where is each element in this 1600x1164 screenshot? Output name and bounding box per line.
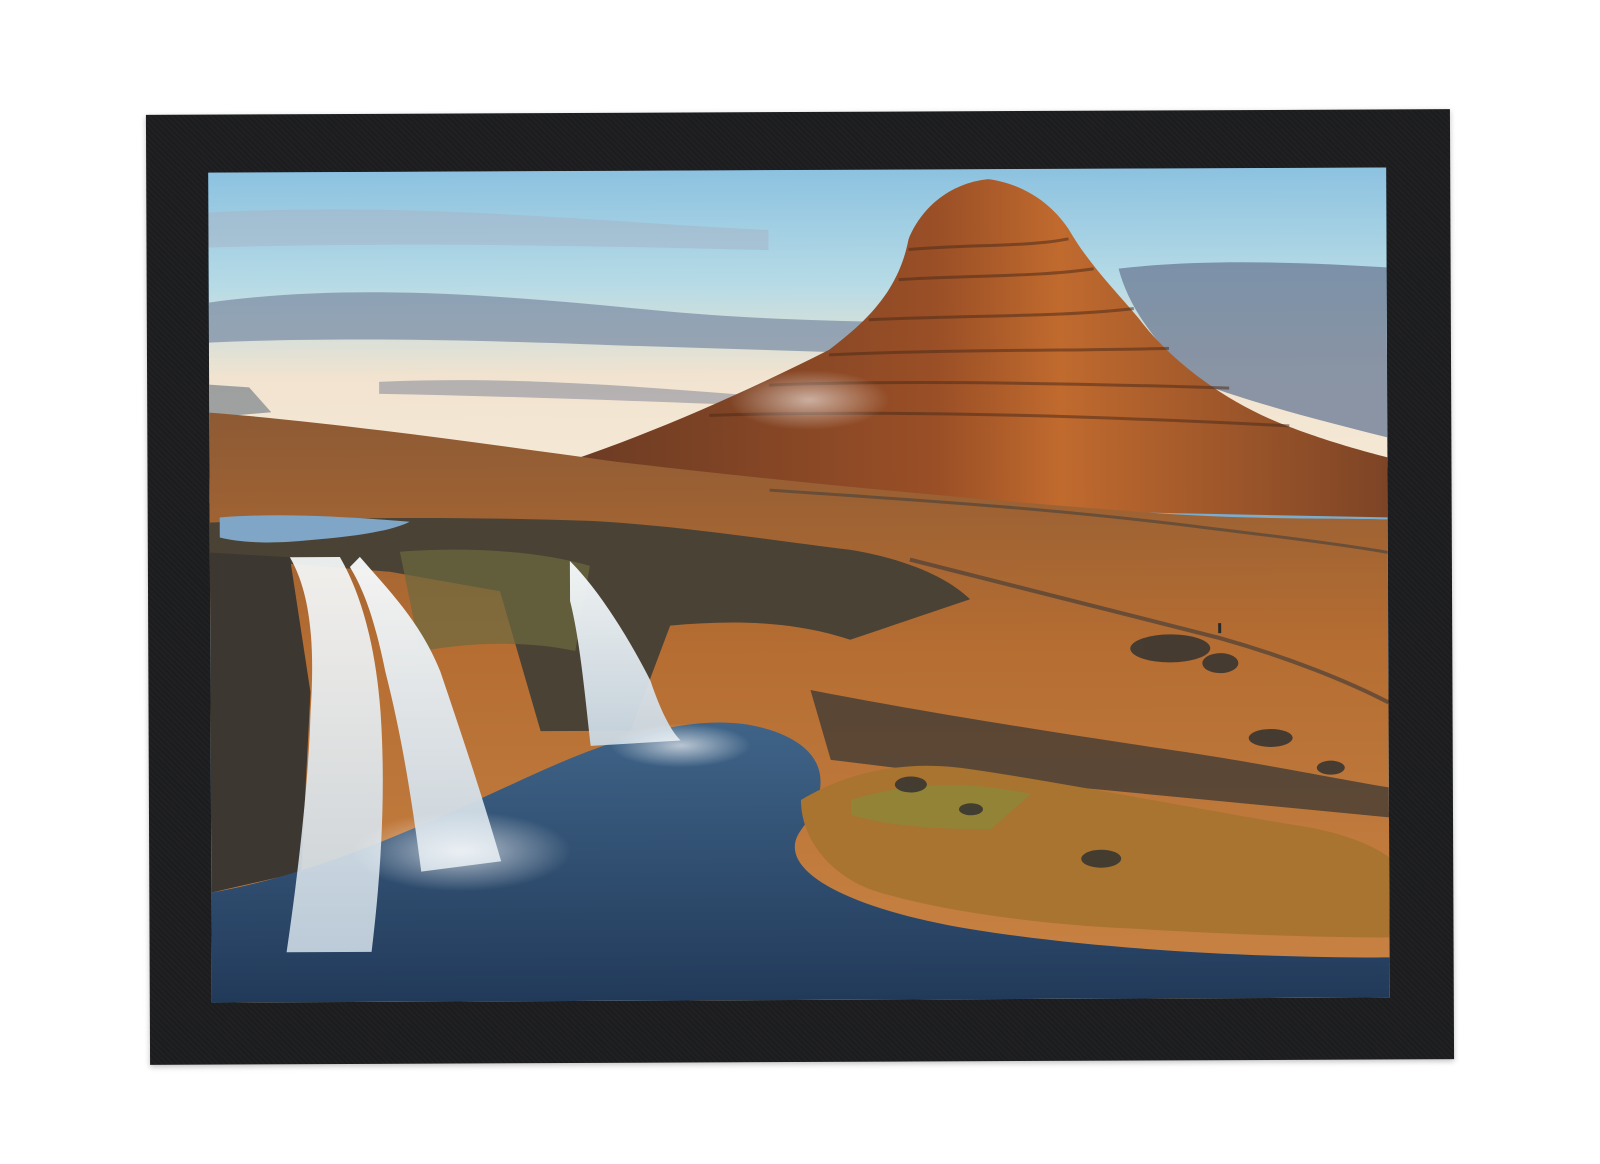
cliff-moss xyxy=(399,549,590,652)
landscape-photo xyxy=(208,167,1390,1003)
canvas xyxy=(0,0,1600,1164)
landscape-svg xyxy=(208,167,1390,1003)
hiker-figure xyxy=(1218,623,1222,634)
picture-frame xyxy=(145,109,1455,1065)
left-cliff xyxy=(209,552,311,893)
